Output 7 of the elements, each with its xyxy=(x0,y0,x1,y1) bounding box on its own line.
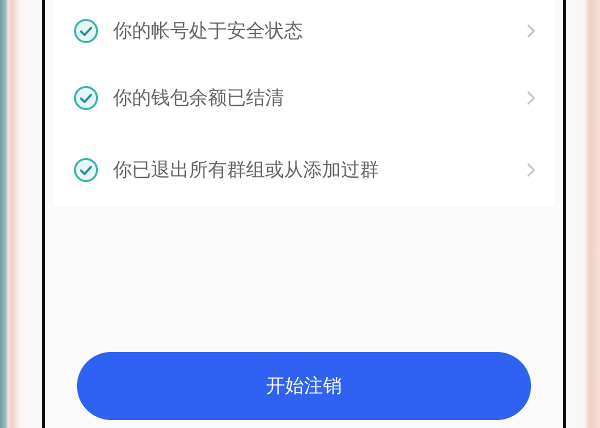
condition-text: 你的帐号处于安全状态 xyxy=(113,19,304,44)
chevron-right-icon[interactable] xyxy=(525,161,537,179)
condition-text: 你的钱包余额已结清 xyxy=(113,86,285,111)
condition-text: 你已退出所有群组或从添加过群 xyxy=(113,158,380,183)
chevron-right-icon[interactable] xyxy=(525,22,537,40)
chevron-right-icon[interactable] xyxy=(525,89,537,107)
start-cancellation-button[interactable]: 开始注销 xyxy=(77,352,531,420)
